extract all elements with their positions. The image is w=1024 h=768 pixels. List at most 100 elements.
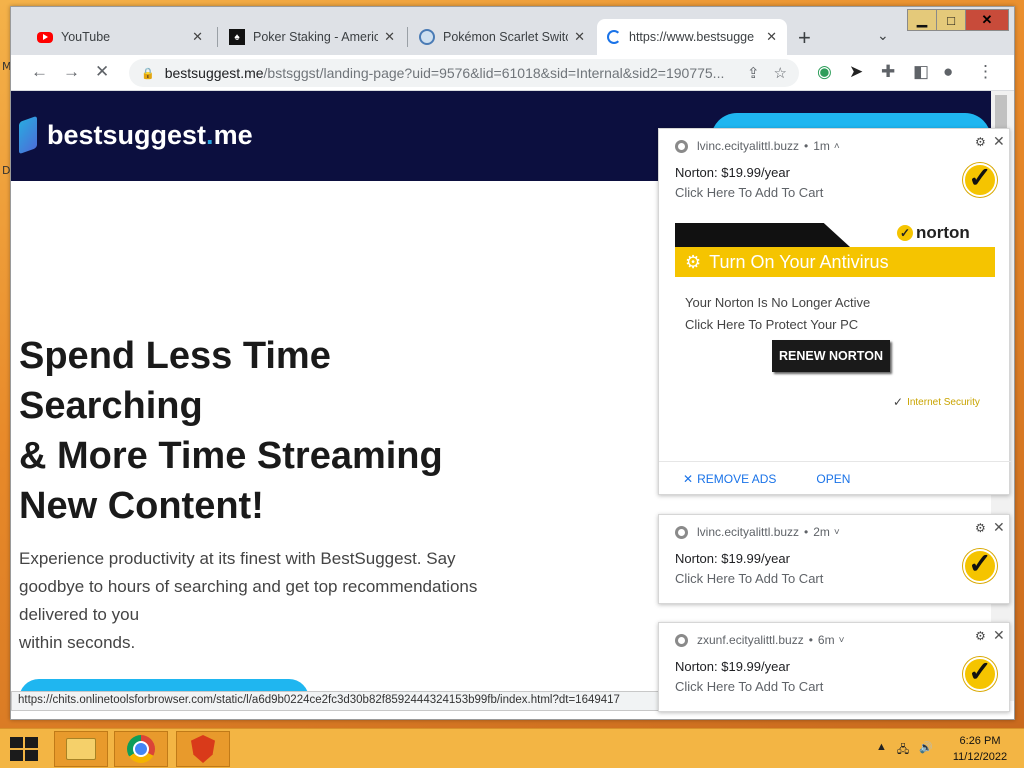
hero-desc-line: goodbye to hours of searching and get to… — [19, 577, 478, 596]
chrome-icon — [127, 735, 155, 763]
url-host: bestsuggest.me — [164, 65, 264, 81]
hero-title-line: & More Time Streaming — [19, 435, 443, 477]
browser-toolbar: ← → ✕ 🔒 bestsuggest.me/bstsggst/landing-… — [11, 55, 1014, 91]
forward-button[interactable]: → — [63, 62, 80, 82]
chrome-icon — [675, 139, 688, 153]
notification-title: Norton: $19.99/year — [675, 165, 790, 180]
extensions-puzzle-icon[interactable]: ✚ — [881, 62, 895, 82]
notification-expanded[interactable]: lvinc.ecityalittl.buzz • 1m ˄ ⚙ ✕ Norton… — [658, 128, 1011, 495]
remove-ads-label: REMOVE ADS — [697, 471, 777, 486]
close-icon[interactable]: ✕ — [993, 627, 1005, 644]
settings-gear-icon[interactable]: ⚙ — [975, 135, 986, 149]
clock-date: 11/12/2022 — [952, 751, 1008, 763]
back-button[interactable]: ← — [31, 62, 48, 82]
show-hidden-icons-chevron-icon[interactable]: ▲ — [876, 741, 887, 760]
bookmark-star-icon[interactable]: ☆ — [774, 64, 787, 82]
hero-title: Spend Less Time Searching & More Time St… — [19, 331, 539, 531]
new-tab-button[interactable]: + — [798, 25, 811, 51]
hero-description: Experience productivity at its finest wi… — [19, 545, 539, 657]
menu-kebab-icon[interactable]: ⋮ — [977, 62, 994, 82]
network-icon[interactable]: 🖧 — [897, 741, 909, 760]
hero-desc-line: delivered to you — [19, 605, 140, 624]
renew-norton-button[interactable]: RENEW NORTON — [772, 340, 890, 372]
youtube-icon — [37, 31, 53, 43]
notification-body: Click Here To Add To Cart — [675, 185, 824, 200]
notification-age: 6m — [817, 633, 835, 647]
settings-gear-icon[interactable]: ⚙ — [975, 629, 986, 643]
hero-title-line: New Content! — [19, 485, 264, 527]
notification-title: Norton: $19.99/year — [675, 551, 790, 566]
close-icon[interactable]: ✕ — [192, 29, 203, 45]
tab-strip: YouTube ✕ ♠ Poker Staking - America ✕ Po… — [11, 7, 1014, 55]
profile-avatar-icon[interactable]: ● — [943, 62, 953, 82]
taskbar-file-explorer[interactable] — [54, 731, 108, 767]
banner-headline: Turn On Your Antivirus — [709, 251, 889, 272]
close-icon[interactable]: ✕ — [993, 133, 1005, 150]
cursor-extension-icon[interactable]: ➤ — [849, 62, 863, 82]
notification-header: lvinc.ecityalittl.buzz • 1m ˄ — [675, 139, 840, 153]
tab-poker[interactable]: ♠ Poker Staking - America ✕ — [219, 19, 405, 55]
notification-site: lvinc.ecityalittl.buzz — [697, 525, 800, 539]
site-logo[interactable]: bestsuggest. me — [19, 115, 253, 155]
notification-collapsed[interactable]: zxunf.ecityalittl.buzz • 6m ˅ ⚙ ✕ Norton… — [658, 622, 1010, 712]
chrome-icon — [675, 633, 688, 647]
tab-youtube[interactable]: YouTube ✕ — [27, 19, 213, 55]
notification-age: 1m — [813, 139, 830, 153]
tab-bestsuggest[interactable]: https://www.bestsugge ✕ — [597, 19, 787, 55]
grammarly-extension-icon[interactable]: ◉ — [817, 62, 832, 82]
chrome-icon — [675, 525, 688, 539]
tab-search-button[interactable]: ⌄ — [877, 27, 889, 44]
settings-gear-icon[interactable]: ⚙ — [975, 521, 986, 535]
side-panel-icon[interactable]: ◧ — [913, 62, 929, 82]
start-windows-icon[interactable] — [10, 737, 38, 761]
small-check-icon: ✓ — [893, 395, 904, 409]
close-icon[interactable]: ✕ — [384, 29, 395, 45]
notification-header: lvinc.ecityalittl.buzz • 2m ˅ — [675, 525, 840, 539]
banner-headline-bar: ⚙ Turn On Your Antivirus — [675, 247, 995, 277]
logo-dot: . — [206, 119, 214, 150]
notification-title: Norton: $19.99/year — [675, 659, 790, 674]
pokemon-icon — [419, 29, 435, 45]
open-button[interactable]: OPEN — [816, 472, 850, 486]
close-window-button[interactable]: ✕ — [965, 9, 1009, 31]
maximize-button[interactable]: □ — [936, 9, 966, 31]
notification-body: Click Here To Add To Cart — [675, 679, 824, 694]
stop-loading-button[interactable]: ✕ — [95, 62, 109, 82]
share-icon[interactable]: ⇪ — [747, 64, 760, 82]
close-icon[interactable]: ✕ — [993, 519, 1005, 536]
logo-text: bestsuggest — [47, 119, 207, 150]
chevron-up-icon[interactable]: ˄ — [834, 141, 840, 152]
lock-icon[interactable]: 🔒 — [141, 67, 155, 80]
tab-separator — [217, 27, 218, 47]
chevron-down-icon[interactable]: ˅ — [839, 635, 845, 646]
shield-icon — [191, 735, 215, 763]
tab-title: Poker Staking - America — [253, 30, 379, 44]
taskbar-security-app[interactable] — [176, 731, 230, 767]
notification-collapsed[interactable]: lvinc.ecityalittl.buzz • 2m ˅ ⚙ ✕ Norton… — [658, 514, 1010, 604]
url-text[interactable]: bestsuggest.me/bstsggst/landing-page?uid… — [165, 65, 733, 81]
notification-age: 2m — [813, 525, 830, 539]
x-icon: ✕ — [683, 471, 694, 486]
banner-footer: ✓ Internet Security — [893, 395, 980, 409]
hero-title-line: Spend Less Time — [19, 335, 331, 377]
address-bar[interactable]: 🔒 bestsuggest.me/bstsggst/landing-page?u… — [129, 59, 799, 87]
taskbar: ▲ 🖧 🔊 6:26 PM 11/12/2022 — [0, 728, 1024, 768]
banner-line-2: Click Here To Protect Your PC — [685, 317, 859, 332]
taskbar-chrome[interactable] — [114, 731, 168, 767]
remove-ads-button[interactable]: ✕ REMOVE ADS — [683, 472, 776, 486]
url-path: /bstsggst/landing-page?uid=9576&lid=6101… — [263, 65, 725, 81]
tab-pokemon[interactable]: Pokémon Scarlet Switch ✕ — [409, 19, 595, 55]
chevron-down-icon[interactable]: ˅ — [834, 527, 840, 538]
close-icon[interactable]: ✕ — [766, 29, 777, 45]
tab-title: https://www.bestsugge — [629, 30, 755, 44]
minimize-button[interactable]: ▁ — [907, 9, 937, 31]
norton-check-icon — [963, 657, 997, 691]
banner-footer-text: Internet Security — [907, 396, 980, 408]
norton-check-icon — [963, 163, 997, 197]
volume-icon[interactable]: 🔊 — [919, 741, 933, 760]
notification-actions: ✕ REMOVE ADS OPEN — [659, 461, 1011, 495]
norton-ad-banner[interactable]: ✓ norton ⚙ Turn On Your Antivirus Your N… — [675, 223, 995, 409]
close-icon[interactable]: ✕ — [574, 29, 585, 45]
hero-desc-line: Experience productivity at its finest wi… — [19, 549, 456, 568]
taskbar-clock[interactable]: 6:26 PM 11/12/2022 — [940, 733, 1020, 765]
